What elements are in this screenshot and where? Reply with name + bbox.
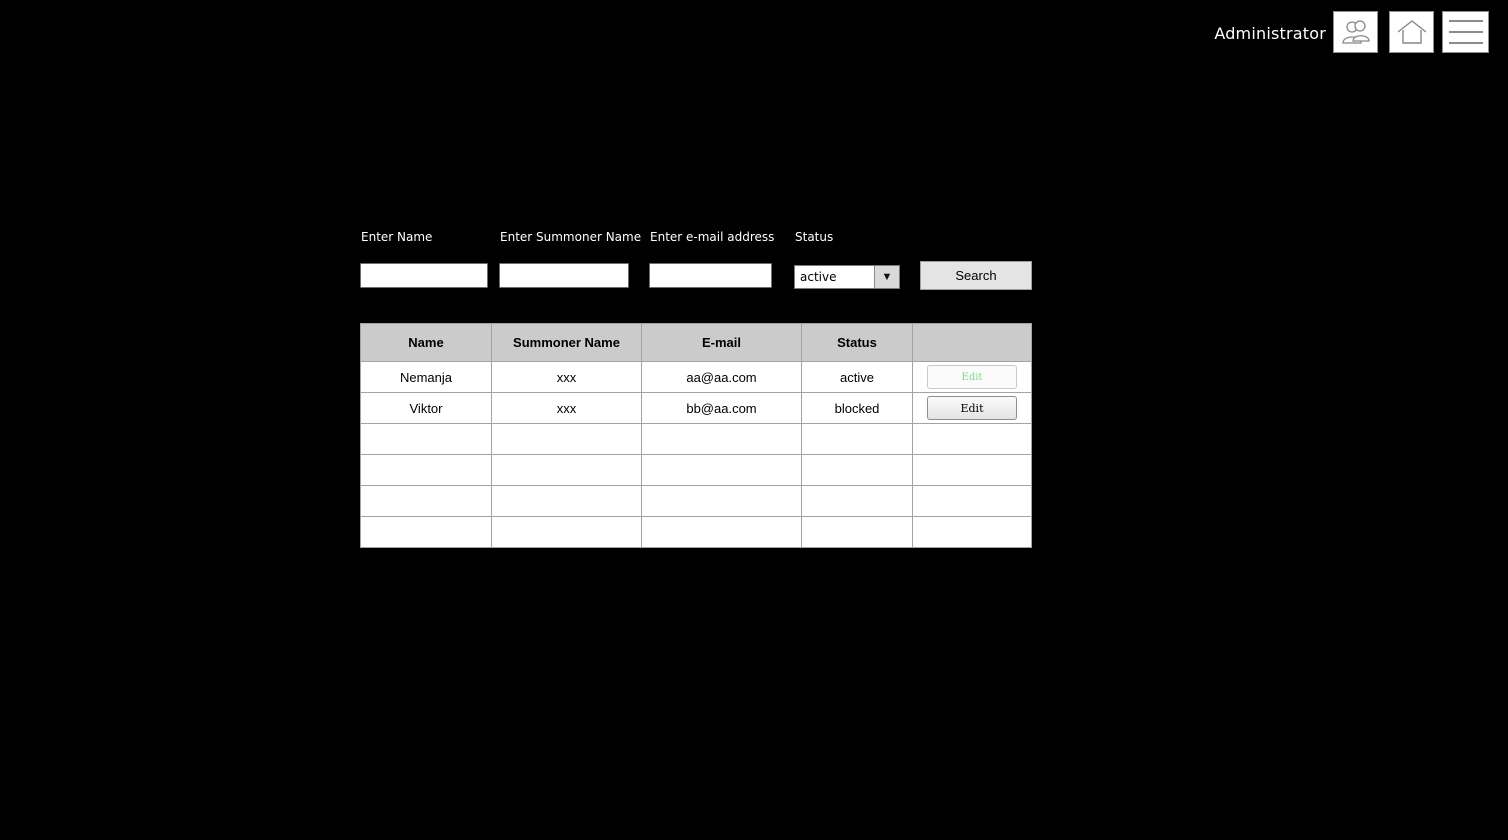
email-filter-label: Enter e-mail address	[650, 230, 775, 244]
cell-email: bb@aa.com	[641, 392, 802, 424]
cell-email: aa@aa.com	[641, 361, 802, 393]
cell-actions: Edit	[912, 361, 1032, 393]
users-icon	[1341, 20, 1370, 44]
summoner-name-input[interactable]	[499, 263, 629, 288]
user-role-label: Administrator	[1214, 24, 1326, 43]
column-header-summoner-name: Summoner Name	[491, 323, 642, 362]
empty-row	[360, 423, 1032, 455]
table-header-row: Name Summoner Name E-mail Status	[360, 323, 1032, 362]
edit-button[interactable]: Edit	[927, 396, 1017, 420]
column-header-name: Name	[360, 323, 492, 362]
main-menu-button[interactable]	[1442, 11, 1489, 53]
column-header-email: E-mail	[641, 323, 802, 362]
email-input[interactable]	[649, 263, 772, 288]
empty-row	[360, 485, 1032, 517]
status-select[interactable]: active ▼	[794, 265, 900, 289]
cell-status: blocked	[801, 392, 913, 424]
edit-button[interactable]: Edit	[927, 365, 1017, 389]
column-header-actions	[912, 323, 1032, 362]
hamburger-menu-icon	[1448, 20, 1483, 44]
table-row: Nemanja xxx aa@aa.com active Edit	[360, 361, 1032, 393]
cell-status: active	[801, 361, 913, 393]
name-filter-label: Enter Name	[361, 230, 433, 244]
table-row: Viktor xxx bb@aa.com blocked Edit	[360, 392, 1032, 424]
cell-summoner-name: xxx	[491, 361, 642, 393]
chevron-down-icon[interactable]: ▼	[874, 266, 899, 288]
empty-row	[360, 454, 1032, 486]
search-button[interactable]: Search	[920, 261, 1032, 290]
cell-actions: Edit	[912, 392, 1032, 424]
home-button[interactable]	[1389, 11, 1434, 53]
cell-name: Nemanja	[360, 361, 492, 393]
name-input[interactable]	[360, 263, 488, 288]
column-header-status: Status	[801, 323, 913, 362]
home-icon	[1397, 20, 1426, 44]
users-table: Name Summoner Name E-mail Status Nemanja…	[360, 323, 1032, 548]
empty-row	[360, 516, 1032, 548]
status-filter-label: Status	[795, 230, 834, 244]
cell-name: Viktor	[360, 392, 492, 424]
status-select-value: active	[800, 270, 837, 284]
users-button[interactable]	[1333, 11, 1378, 53]
summoner-filter-label: Enter Summoner Name	[500, 230, 642, 244]
cell-summoner-name: xxx	[491, 392, 642, 424]
